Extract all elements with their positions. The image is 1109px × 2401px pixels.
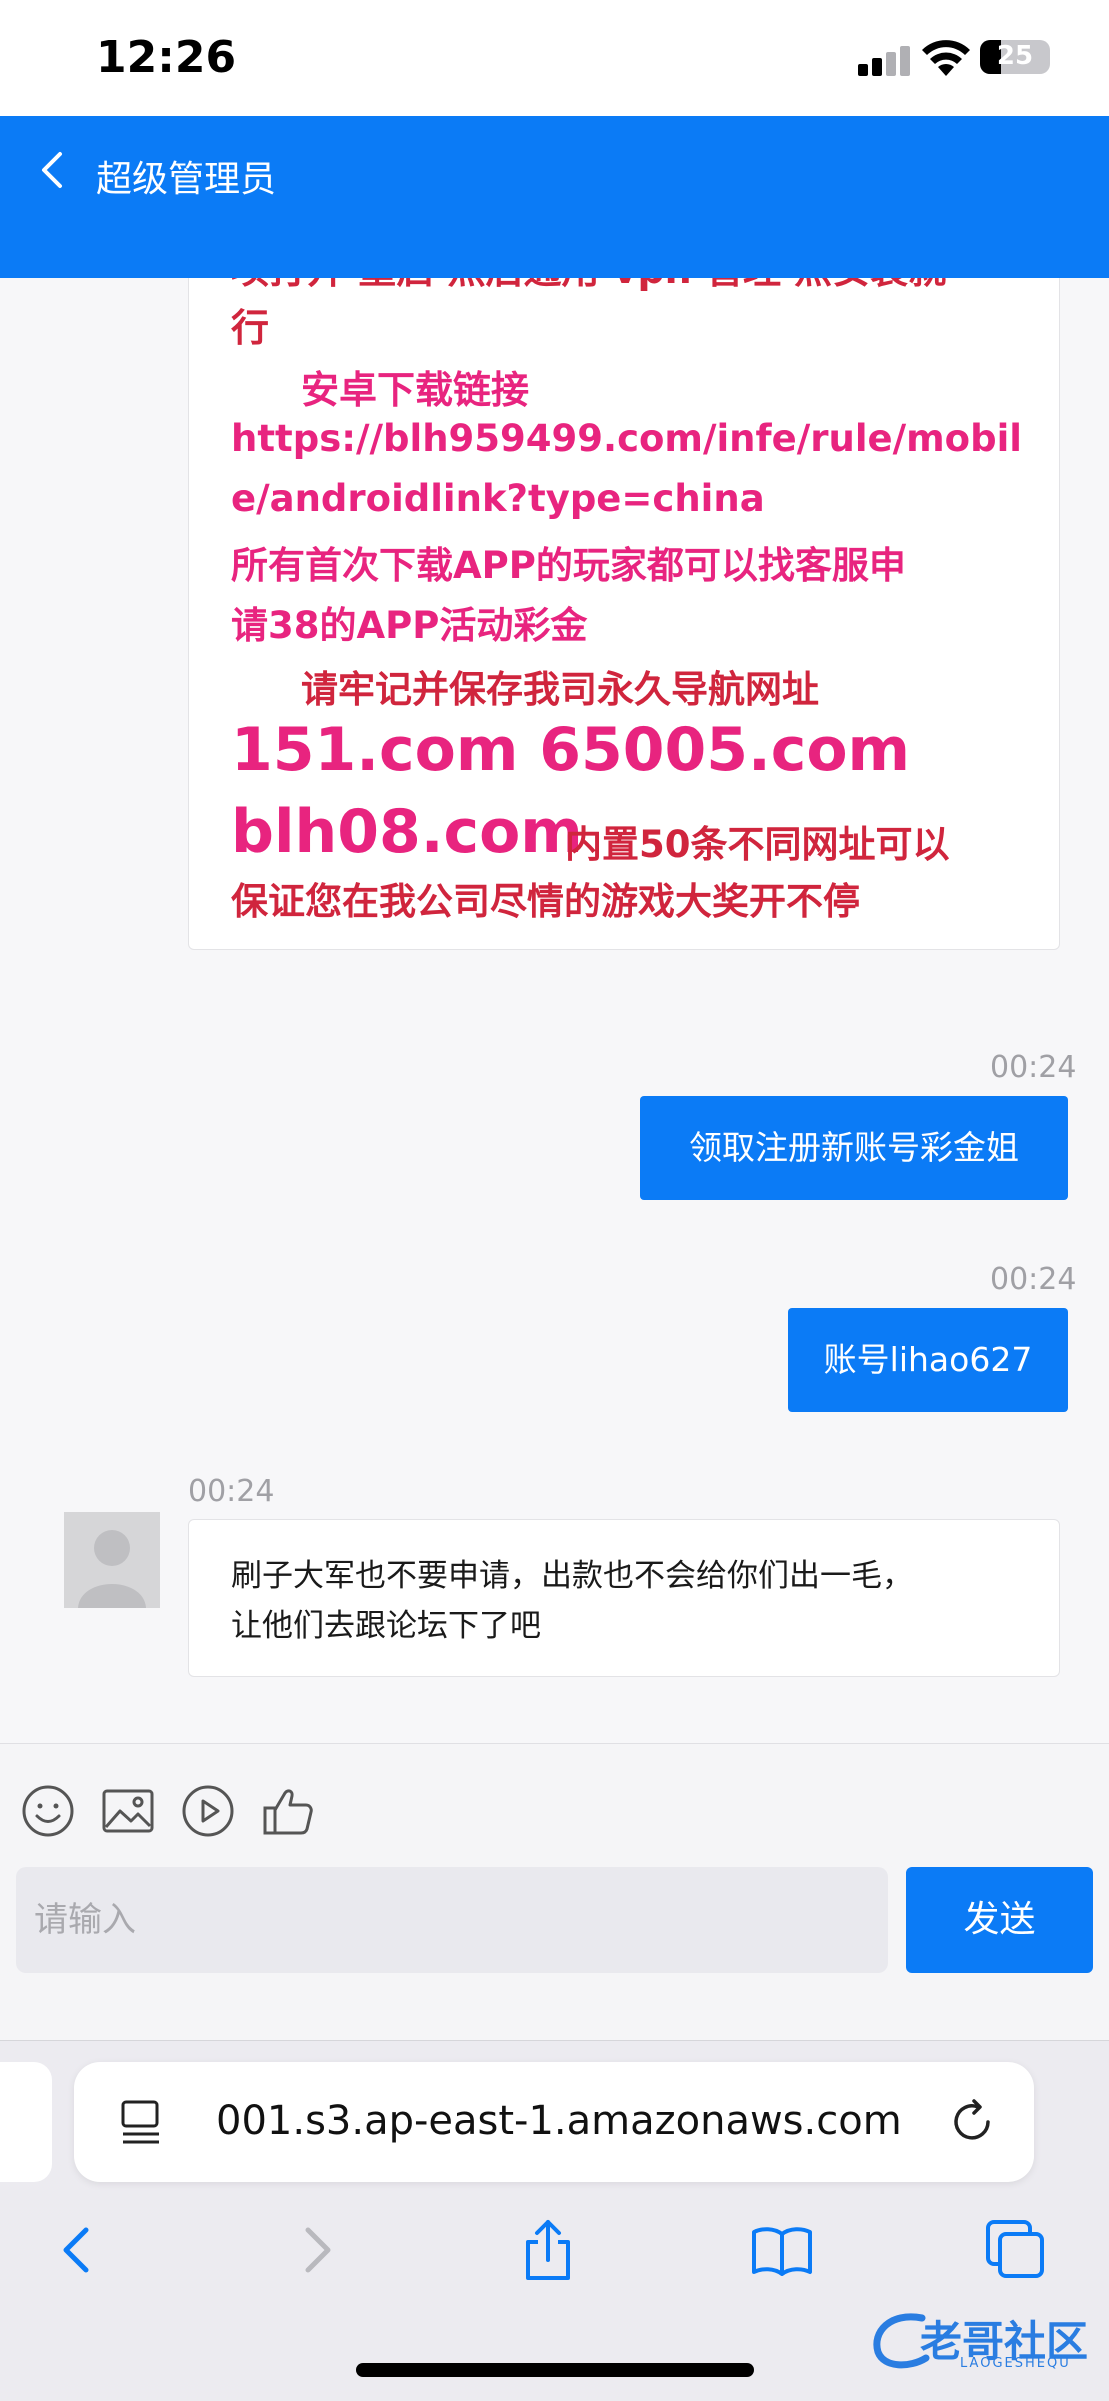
emoji-icon[interactable] [20, 1783, 76, 1839]
default-avatar-icon [78, 1530, 146, 1608]
watermark-logo: 老哥社区 LAOGESHEQU [870, 2302, 1100, 2378]
chat-title: 超级管理员 [96, 159, 277, 200]
page-menu-icon[interactable] [118, 2098, 164, 2146]
watermark-subtext: LAOGESHEQU [960, 2356, 1071, 2371]
tabs-icon[interactable] [984, 2218, 1048, 2282]
incoming-message-bubble: 刷子大军也不要申请，出款也不会给你们出一毛， 让他们去跟论坛下了吧 [188, 1519, 1060, 1677]
home-indicator [356, 2363, 754, 2377]
bookmarks-icon[interactable] [750, 2218, 814, 2282]
thumbs-up-icon[interactable] [260, 1783, 316, 1839]
battery-level: 25 [996, 41, 1034, 71]
message-timestamp: 00:24 [990, 1262, 1077, 1297]
outgoing-message-bubble: 账号lihao627 [788, 1308, 1068, 1412]
promo-download-link[interactable]: https://blh959499.com/infe/rule/mobil [231, 417, 1022, 460]
promo-message-bubble: 项打开 重启 然后通用 vpn 管理 点安装就 行 安卓下载链接 https:/… [188, 278, 1060, 950]
back-chevron-icon[interactable] [34, 150, 74, 190]
reload-icon[interactable] [948, 2098, 996, 2146]
outgoing-message-bubble: 领取注册新账号彩金姐 [640, 1096, 1068, 1200]
video-play-icon[interactable] [180, 1783, 236, 1839]
image-icon[interactable] [100, 1783, 156, 1839]
promo-download-link-cont[interactable]: e/androidlink?type=china [231, 477, 765, 520]
promo-domains: 151.com 65005.com [231, 715, 911, 785]
promo-domain: blh08.com [231, 797, 583, 867]
browser-forward-icon[interactable] [284, 2218, 348, 2282]
cellular-signal-icon [858, 46, 912, 76]
message-timestamp: 00:24 [990, 1050, 1077, 1085]
battery-icon: 25 [980, 40, 1050, 74]
promo-line: 所有首次下载APP的玩家都可以找客服申 [231, 544, 906, 587]
message-text: 让他们去跟论坛下了吧 [231, 1608, 541, 1644]
promo-line: 行 [231, 306, 270, 350]
previous-tab-preview[interactable] [0, 2062, 52, 2182]
message-timestamp: 00:24 [188, 1474, 275, 1509]
wifi-icon [922, 40, 970, 76]
avatar [64, 1512, 160, 1608]
browser-back-icon[interactable] [46, 2218, 110, 2282]
promo-line: 内置50条不同网址可以 [565, 823, 950, 866]
message-text: 刷子大军也不要申请，出款也不会给你们出一毛， [231, 1558, 913, 1594]
promo-line: 请38的APP活动彩金 [231, 604, 588, 647]
promo-line: 项打开 重启 然后通用 vpn 管理 点安装就 [231, 278, 946, 294]
message-input[interactable] [16, 1867, 888, 1973]
send-button[interactable]: 发送 [906, 1867, 1093, 1973]
promo-line: 安卓下载链接 [301, 368, 530, 412]
chat-message-list[interactable]: 项打开 重启 然后通用 vpn 管理 点安装就 行 安卓下载链接 https:/… [0, 278, 1109, 1743]
promo-line: 请牢记并保存我司永久导航网址 [301, 668, 819, 711]
url-text[interactable]: 001.s3.ap-east-1.amazonaws.com [216, 2098, 916, 2144]
promo-line: 保证您在我公司尽情的游戏大奖开不停 [231, 880, 860, 923]
share-icon[interactable] [516, 2218, 580, 2282]
status-time: 12:26 [96, 32, 237, 83]
